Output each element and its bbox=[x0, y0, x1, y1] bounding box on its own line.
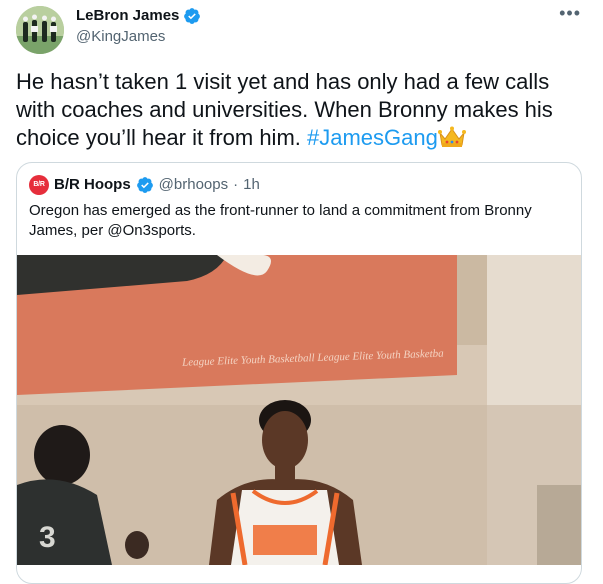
jersey-number: 3 bbox=[39, 521, 56, 554]
separator-dot: · bbox=[233, 176, 239, 193]
more-options-icon[interactable]: ••• bbox=[559, 4, 581, 22]
crown-emoji-icon bbox=[437, 126, 466, 147]
hashtag-link[interactable]: #JamesGang bbox=[307, 125, 438, 150]
quoted-author-name[interactable]: B/R Hoops bbox=[54, 175, 131, 195]
quoted-timestamp[interactable]: 1h bbox=[243, 175, 260, 195]
quoted-author-handle[interactable]: @brhoops bbox=[159, 175, 228, 195]
tweet-text: He hasn’t taken 1 visit yet and has only… bbox=[16, 68, 586, 152]
quoted-tweet-photo[interactable]: League Elite Youth Basketball League Eli… bbox=[17, 255, 581, 565]
author-name[interactable]: LeBron James bbox=[76, 6, 201, 26]
quoted-tweet[interactable]: B/R B/R Hoops @brhoops · 1h Oregon has e… bbox=[16, 162, 582, 584]
quoted-tweet-text: Oregon has emerged as the front-runner t… bbox=[29, 202, 532, 239]
author-name-text[interactable]: LeBron James bbox=[76, 6, 179, 26]
author-handle[interactable]: @KingJames bbox=[76, 27, 165, 47]
quoted-tweet-header: B/R B/R Hoops @brhoops · 1h bbox=[29, 175, 260, 195]
verified-badge-icon bbox=[136, 177, 153, 193]
verified-badge-icon bbox=[184, 8, 201, 24]
tweet: LeBron James @KingJames ••• He hasn’t ta… bbox=[0, 0, 603, 584]
tweet-body: He hasn’t taken 1 visit yet and has only… bbox=[16, 69, 553, 150]
author-avatar[interactable] bbox=[16, 6, 64, 54]
br-hoops-avatar: B/R bbox=[29, 175, 49, 195]
